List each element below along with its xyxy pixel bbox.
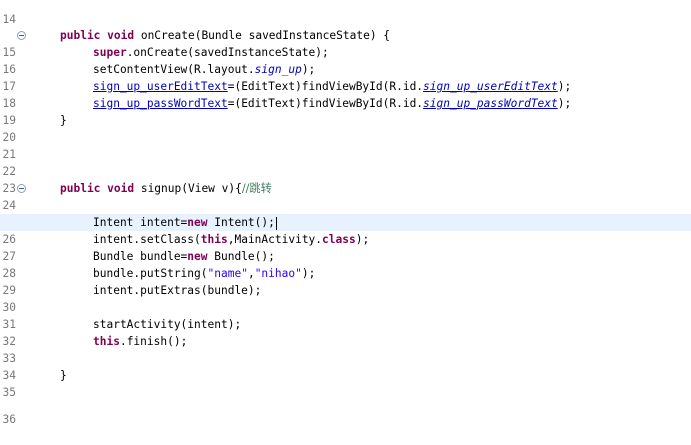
field-reference: sign_up_userEditText xyxy=(423,80,558,93)
code-line[interactable]: 35 } xyxy=(0,367,691,399)
keyword: new xyxy=(187,250,208,263)
code-line[interactable]: 31 xyxy=(0,299,691,331)
code-text: signup(View v){ xyxy=(134,182,242,195)
code-line[interactable]: 28 Bundle bundle=new Bundle(); xyxy=(0,248,691,280)
keyword: this xyxy=(200,233,228,246)
code-text: =(EditText)findViewById(R.id. xyxy=(227,80,424,93)
string-literal: "name" xyxy=(207,267,248,280)
code-text: } xyxy=(60,369,67,382)
keyword: this xyxy=(93,335,120,348)
code-text: intent.putExtras(bundle); xyxy=(93,284,262,297)
code-line[interactable]: 20 } xyxy=(0,112,691,144)
fold-toggle-icon[interactable] xyxy=(17,31,26,40)
code-editor[interactable]: 14 15 public void onCreate(Bundle savedI… xyxy=(0,0,691,426)
code-line[interactable]: 21 xyxy=(0,129,691,161)
code-text: ); xyxy=(301,63,316,76)
code-line[interactable]: 14 xyxy=(0,0,691,26)
code-line[interactable]: 27 intent.setClass(this,MainActivity.cla… xyxy=(0,231,691,263)
code-text: .finish(); xyxy=(119,335,188,348)
keyword: public void xyxy=(60,182,135,195)
code-text: intent.setClass( xyxy=(93,233,201,246)
comment: //跳转 xyxy=(241,182,272,195)
code-line[interactable]: 29 bundle.putString("name","nihao"); xyxy=(0,265,691,297)
code-text: Intent intent= xyxy=(93,216,188,229)
field-reference: sign_up_passWordText xyxy=(423,97,558,110)
code-text: Bundle bundle= xyxy=(93,250,188,263)
code-line[interactable]: 23 xyxy=(0,163,691,195)
code-text: , xyxy=(247,267,255,280)
code-line[interactable]: 17 setContentView(R.layout.sign_up); xyxy=(0,61,691,93)
code-line[interactable]: 25 xyxy=(0,197,691,229)
current-code-line[interactable]: 26 Intent intent=new Intent(); xyxy=(0,214,691,246)
code-text: setContentView(R.layout. xyxy=(93,63,255,76)
code-line[interactable]: 33 this.finish(); xyxy=(0,333,691,365)
code-text: onCreate(Bundle savedInstanceState) { xyxy=(134,29,391,42)
code-line[interactable]: 30 intent.putExtras(bundle); xyxy=(0,282,691,314)
code-line[interactable]: 16 super.onCreate(savedInstanceState); xyxy=(0,44,691,76)
code-text: ); xyxy=(355,233,370,246)
code-text: ); xyxy=(557,80,572,93)
code-text: .onCreate(savedInstanceState); xyxy=(126,46,329,59)
code-line[interactable]: 22 xyxy=(0,146,691,178)
keyword: super xyxy=(93,46,127,59)
keyword: new xyxy=(187,216,208,229)
code-text: } xyxy=(60,114,67,127)
keyword: public void xyxy=(60,29,135,42)
code-text: bundle.putString( xyxy=(93,267,208,280)
code-text: ,MainActivity. xyxy=(227,233,323,246)
code-text: Intent(); xyxy=(207,216,275,229)
code-text: ); xyxy=(301,267,316,280)
field-reference: sign_up xyxy=(254,63,302,76)
code-line[interactable]: 15 public void onCreate(Bundle savedInst… xyxy=(0,27,691,59)
fold-toggle-icon[interactable] xyxy=(17,184,26,193)
code-line[interactable]: 32 startActivity(intent); xyxy=(0,316,691,348)
field-reference: sign_up_userEditText xyxy=(93,80,228,93)
code-line[interactable]: 18 sign_up_userEditText=(EditText)findVi… xyxy=(0,78,691,110)
field-reference: sign_up_passWordText xyxy=(93,97,228,110)
code-text: =(EditText)findViewById(R.id. xyxy=(227,97,424,110)
keyword: class xyxy=(322,233,356,246)
string-literal: "nihao" xyxy=(254,267,302,280)
code-line[interactable]: 24 public void signup(View v){//跳转 xyxy=(0,180,691,212)
code-line[interactable]: 36 xyxy=(0,394,691,426)
code-text: startActivity(intent); xyxy=(93,318,242,331)
code-line[interactable]: 19 sign_up_passWordText=(EditText)findVi… xyxy=(0,95,691,127)
code-line[interactable]: 34 xyxy=(0,350,691,382)
line-number: 14 xyxy=(2,13,16,26)
code-text: ); xyxy=(557,97,572,110)
code-text: Bundle(); xyxy=(207,250,275,263)
text-caret xyxy=(275,216,277,230)
